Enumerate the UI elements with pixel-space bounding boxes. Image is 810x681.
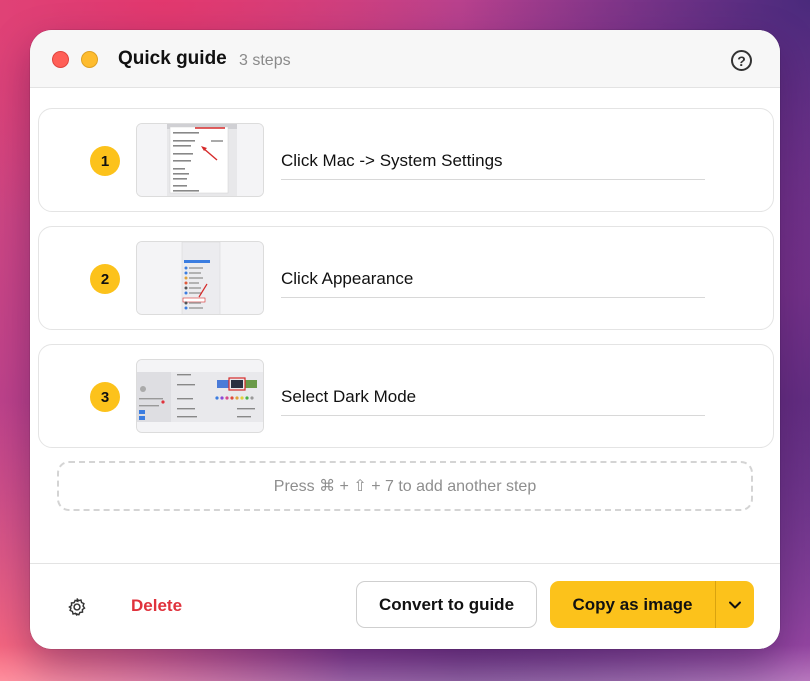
window-title: Quick guide xyxy=(118,48,227,69)
step-number-badge: 3 xyxy=(90,382,120,412)
settings-button[interactable] xyxy=(66,596,88,618)
step-count: 3 steps xyxy=(239,52,291,69)
step-thumbnail[interactable] xyxy=(136,359,264,433)
step-card-3[interactable]: 3 Select Dark Mode xyxy=(38,344,774,448)
copy-options-dropdown-button[interactable] xyxy=(716,581,754,628)
step-instruction-field[interactable]: Click Mac -> System Settings xyxy=(281,150,705,180)
desktop-background xyxy=(0,645,810,681)
step-number-badge: 1 xyxy=(90,146,120,176)
copy-as-image-split-button: Copy as image xyxy=(550,581,754,628)
step-instruction-field[interactable]: Click Appearance xyxy=(281,268,705,298)
delete-button[interactable]: Delete xyxy=(131,596,182,616)
step-number-badge: 2 xyxy=(90,264,120,294)
step-card-1[interactable]: 1 Click Mac -> System Settings xyxy=(38,108,774,212)
close-window-button[interactable] xyxy=(52,51,69,68)
step-thumbnail[interactable] xyxy=(136,123,264,197)
help-button[interactable]: ? xyxy=(731,50,752,71)
appearance-pane-screenshot-icon xyxy=(137,360,263,432)
convert-to-guide-button[interactable]: Convert to guide xyxy=(356,581,537,628)
chevron-down-icon xyxy=(729,601,741,608)
title-bar: Quick guide 3 steps ? xyxy=(30,30,780,88)
apple-menu-screenshot-icon xyxy=(137,124,263,196)
footer-toolbar: Delete Convert to guide Copy as image xyxy=(30,563,780,649)
steps-list: 1 Click Mac -> System Settings 2 Click A… xyxy=(30,89,780,563)
settings-sidebar-screenshot-icon xyxy=(137,242,263,314)
copy-as-image-button[interactable]: Copy as image xyxy=(550,581,715,628)
step-instruction-field[interactable]: Select Dark Mode xyxy=(281,386,705,416)
gear-icon xyxy=(68,598,86,616)
step-card-2[interactable]: 2 Click Appearance xyxy=(38,226,774,330)
step-thumbnail[interactable] xyxy=(136,241,264,315)
minimize-window-button[interactable] xyxy=(81,51,98,68)
add-step-dropzone[interactable]: Press ⌘ + ⇧ + 7 to add another step xyxy=(57,461,753,511)
quick-guide-window: Quick guide 3 steps ? 1 Click Mac -> Sys… xyxy=(30,30,780,649)
question-circle-icon: ? xyxy=(737,52,746,69)
